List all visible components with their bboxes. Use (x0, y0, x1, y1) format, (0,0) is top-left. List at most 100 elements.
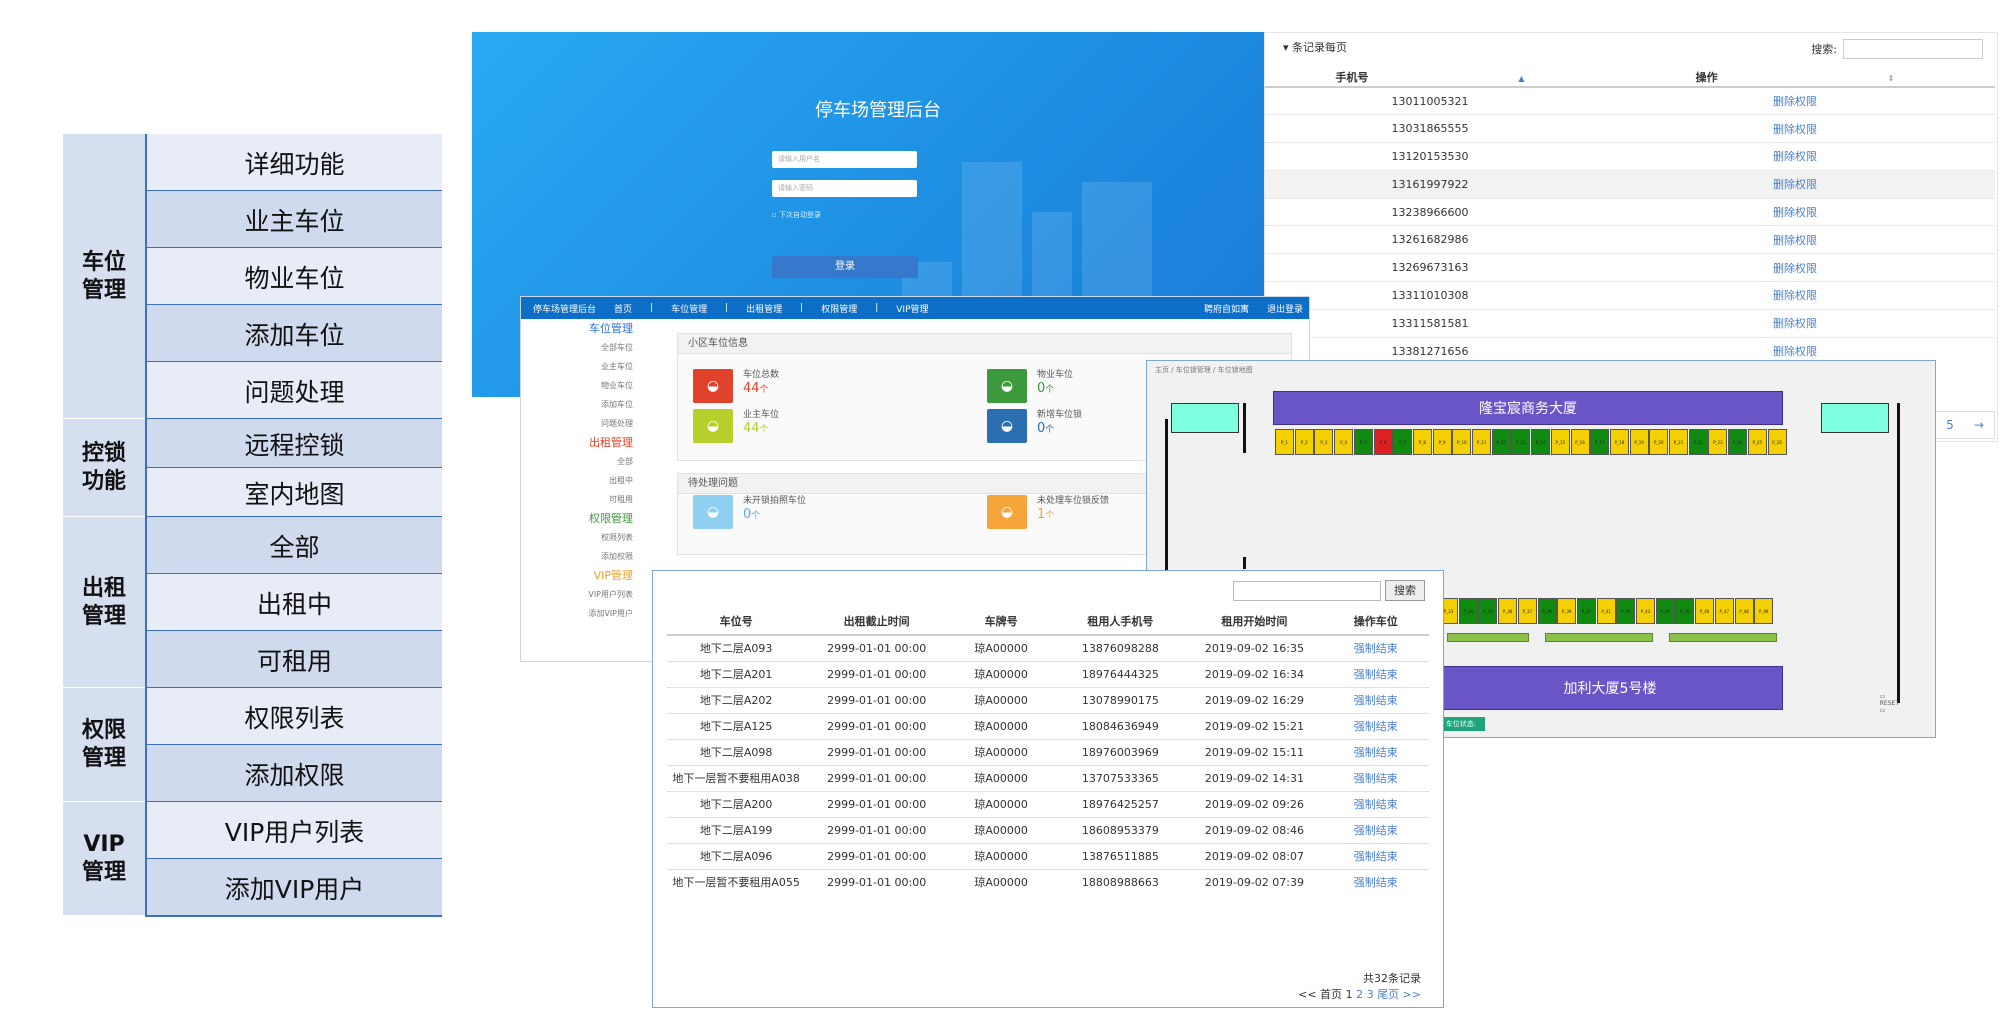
parking-slot[interactable]: P_38 (1537, 598, 1557, 624)
password-input[interactable]: 请输入密码 (772, 180, 917, 197)
page-link[interactable]: 3 (1367, 988, 1374, 1001)
parking-slot[interactable]: P_47 (1714, 598, 1734, 624)
parking-slot[interactable]: P_24 (1728, 429, 1748, 455)
force-end-link[interactable]: 强制结束 (1322, 843, 1429, 870)
sidebar-item[interactable]: 物业车位 (521, 376, 639, 395)
parking-slot[interactable]: P_12 (1491, 429, 1511, 455)
sidebar-item[interactable]: 出租中 (521, 471, 639, 490)
parking-slot[interactable]: P_1 (1275, 429, 1294, 455)
delete-permission-link[interactable]: 删除权限 (1595, 225, 1995, 254)
username-input[interactable]: 请输入用户名 (772, 151, 917, 168)
tree-item[interactable]: 出租中 (145, 574, 442, 631)
column-header-operation[interactable]: 操作 ⇕ (1595, 67, 1995, 88)
parking-slot[interactable]: P_22 (1688, 429, 1708, 455)
tree-item[interactable]: VIP用户列表 (145, 802, 442, 859)
tree-item[interactable]: 全部 (145, 517, 442, 574)
page-link[interactable]: 2 (1356, 988, 1363, 1001)
parking-slot[interactable]: P_18 (1609, 429, 1629, 455)
force-end-link[interactable]: 强制结束 (1322, 739, 1429, 766)
parking-slot[interactable]: P_34 (1458, 598, 1478, 624)
delete-permission-link[interactable]: 删除权限 (1595, 169, 1995, 199)
sidebar-item[interactable]: 添加VIP用户 (521, 604, 639, 623)
parking-slot[interactable]: P_46 (1695, 598, 1715, 624)
sidebar-section[interactable]: 出租管理 (521, 433, 639, 452)
nav-item[interactable]: 停车场管理后台 (533, 302, 596, 315)
nav-item[interactable]: 首页 (614, 302, 632, 315)
login-button[interactable]: 登录 (772, 256, 918, 278)
sidebar-section[interactable]: 车位管理 (521, 319, 639, 338)
parking-slot[interactable]: P_35 (1478, 598, 1498, 624)
delete-permission-link[interactable]: 删除权限 (1595, 86, 1995, 115)
parking-slot[interactable]: P_49 (1754, 598, 1774, 624)
column-header-phone[interactable]: 手机号 ▲ (1265, 67, 1595, 88)
sidebar-item[interactable]: 业主车位 (521, 357, 639, 376)
sort-icon[interactable]: ⇕ (1888, 74, 1895, 83)
per-page-selector[interactable]: ▾ 条记录每页 (1283, 39, 1347, 55)
sidebar-item[interactable]: 权限列表 (521, 528, 639, 547)
rental-search-input[interactable] (1233, 581, 1381, 601)
delete-permission-link[interactable]: 删除权限 (1595, 308, 1995, 338)
tree-item[interactable]: 室内地图 (145, 468, 442, 517)
parking-slot[interactable]: P_17 (1590, 429, 1610, 455)
logout-link[interactable]: 退出登录 (1267, 302, 1303, 315)
sidebar-section[interactable]: VIP管理 (521, 566, 639, 585)
parking-slot[interactable]: P_10 (1452, 429, 1472, 455)
sidebar-item[interactable]: 问题处理 (521, 414, 639, 433)
parking-slot[interactable]: P_15 (1550, 429, 1570, 455)
parking-slot[interactable]: P_26 (1767, 429, 1787, 455)
parking-slot[interactable]: P_4 (1334, 429, 1354, 455)
status-button[interactable]: 车位状态: (1437, 717, 1485, 731)
tree-item[interactable]: 问题处理 (145, 362, 442, 419)
parking-slot[interactable]: P_43 (1636, 598, 1655, 624)
parking-slot[interactable]: P_8 (1412, 429, 1432, 455)
force-end-link[interactable]: 强制结束 (1322, 765, 1429, 792)
nav-item[interactable]: 出租管理 (746, 302, 782, 315)
page-link[interactable]: 1 (1346, 988, 1353, 1001)
force-end-link[interactable]: 强制结束 (1322, 869, 1429, 895)
parking-slot[interactable]: P_45 (1675, 598, 1695, 624)
parking-slot[interactable]: P_7 (1393, 429, 1413, 455)
parking-slot[interactable]: P_39 (1557, 598, 1577, 624)
parking-slot[interactable]: P_44 (1655, 598, 1675, 624)
force-end-link[interactable]: 强制结束 (1322, 634, 1429, 662)
tree-item[interactable]: 业主车位 (145, 191, 442, 248)
nav-item[interactable]: 车位管理 (671, 302, 707, 315)
delete-permission-link[interactable]: 删除权限 (1595, 142, 1995, 171)
parking-slot[interactable]: P_3 (1314, 429, 1334, 455)
search-button[interactable]: 搜索 (1385, 580, 1425, 601)
parking-slot[interactable]: P_19 (1629, 429, 1649, 455)
delete-permission-link[interactable]: 删除权限 (1595, 253, 1995, 282)
sort-asc-icon[interactable]: ▲ (1518, 74, 1524, 83)
parking-slot[interactable]: P_40 (1576, 598, 1596, 624)
first-page-link[interactable]: << 首页 (1298, 988, 1342, 1001)
tree-item[interactable]: 添加权限 (145, 745, 442, 802)
tree-item[interactable]: 添加VIP用户 (145, 859, 442, 916)
sidebar-section[interactable]: 权限管理 (521, 509, 639, 528)
parking-slot[interactable]: P_11 (1472, 429, 1491, 455)
nav-item[interactable]: VIP管理 (896, 302, 928, 315)
reset-button[interactable]: ▭ RESET ▭ (1880, 693, 1899, 714)
parking-slot[interactable]: P_37 (1517, 598, 1537, 624)
tree-item[interactable]: 添加车位 (145, 305, 442, 362)
parking-slot[interactable]: P_41 (1596, 598, 1616, 624)
force-end-link[interactable]: 强制结束 (1322, 687, 1429, 714)
parking-slot[interactable]: P_16 (1570, 429, 1590, 455)
sidebar-item[interactable]: 全部车位 (521, 338, 639, 357)
parking-slot[interactable]: P_23 (1708, 429, 1728, 455)
parking-slot[interactable]: P_13 (1511, 429, 1531, 455)
parking-slot[interactable]: P_48 (1734, 598, 1754, 624)
next-page-arrow-icon[interactable]: → (1974, 418, 1984, 432)
sidebar-item[interactable]: 添加权限 (521, 547, 639, 566)
tree-item[interactable]: 权限列表 (145, 688, 442, 745)
parking-slot[interactable]: P_20 (1649, 429, 1669, 455)
last-page-link[interactable]: 尾页 >> (1377, 988, 1421, 1001)
remember-checkbox[interactable]: ▫ 下次自动登录 (772, 210, 821, 220)
delete-permission-link[interactable]: 删除权限 (1595, 197, 1995, 226)
force-end-link[interactable]: 强制结束 (1322, 661, 1429, 688)
delete-permission-link[interactable]: 删除权限 (1595, 114, 1995, 143)
force-end-link[interactable]: 强制结束 (1322, 713, 1429, 740)
page-link[interactable]: 5 (1946, 418, 1954, 432)
parking-slot[interactable]: P_36 (1498, 598, 1518, 624)
parking-slot[interactable]: P_9 (1432, 429, 1452, 455)
parking-slot[interactable]: P_42 (1616, 598, 1636, 624)
